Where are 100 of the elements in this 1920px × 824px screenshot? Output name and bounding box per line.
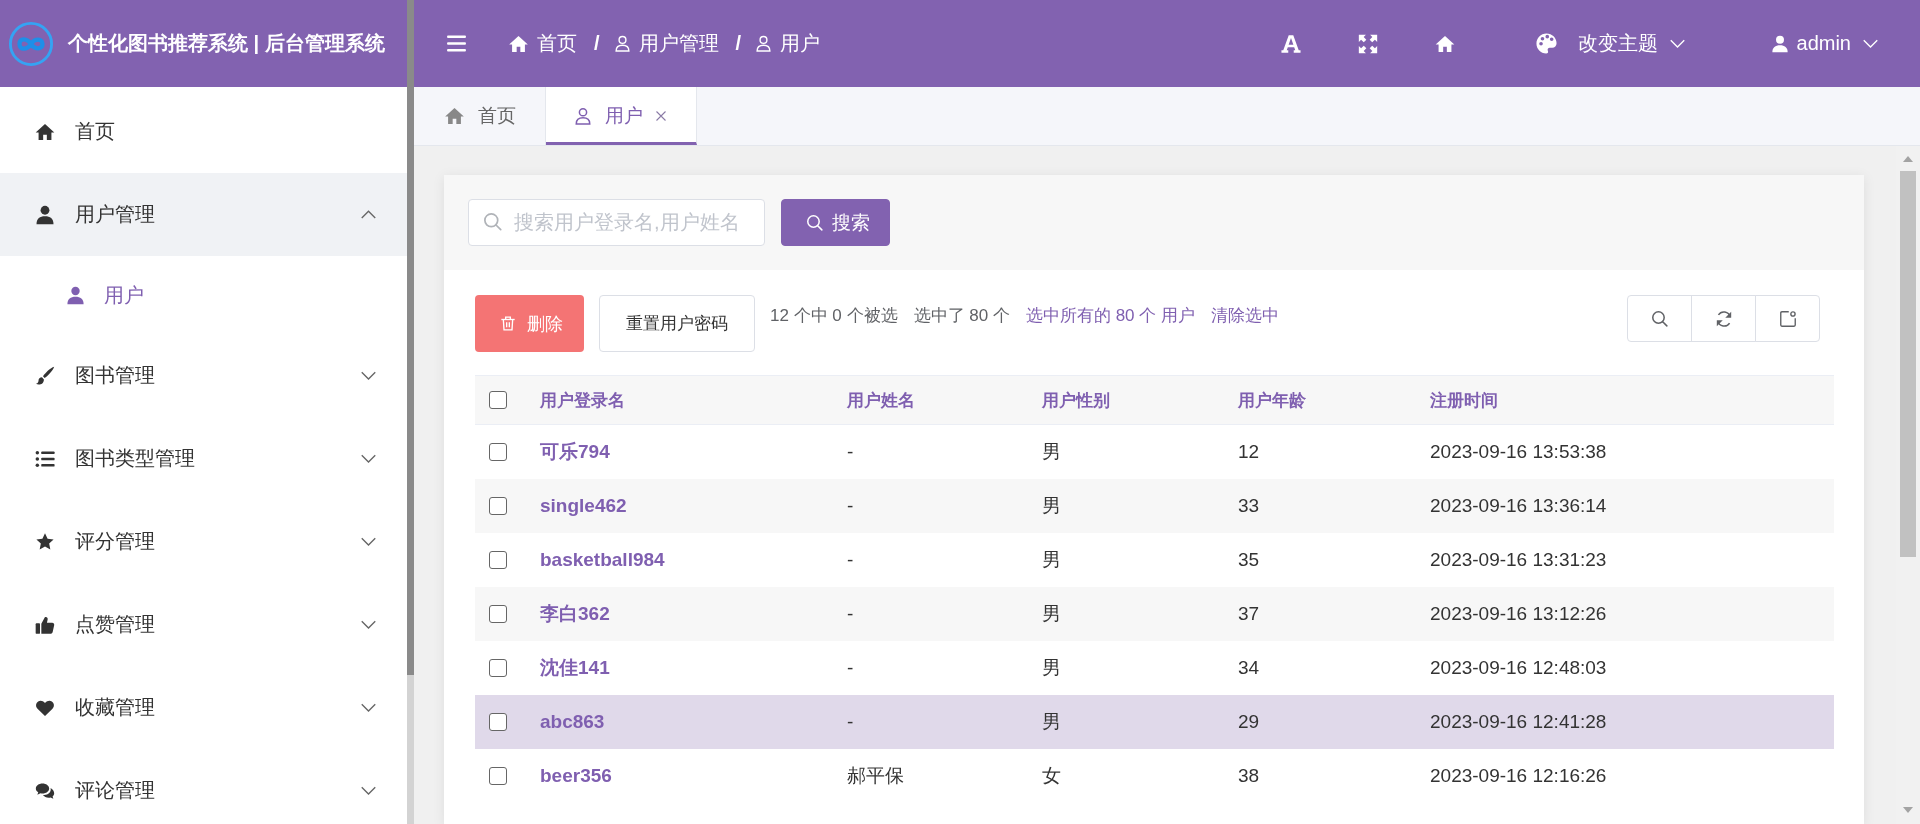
user-icon (1770, 33, 1789, 54)
sidebar-item[interactable]: 评分管理 (0, 500, 407, 583)
reset-password-button[interactable]: 重置用户密码 (599, 295, 755, 352)
column-header[interactable]: 用户性别 (1042, 390, 1110, 410)
table-cell: - (847, 495, 854, 516)
refresh-button[interactable] (1691, 295, 1756, 342)
table-cell: 29 (1238, 711, 1260, 732)
table-cell: 2023-09-16 13:36:14 (1430, 495, 1607, 516)
column-header[interactable]: 用户姓名 (847, 390, 915, 410)
sidebar-item[interactable]: 图书类型管理 (0, 417, 407, 500)
user-icon (755, 34, 773, 53)
sidebar-item[interactable]: 收藏管理 (0, 666, 407, 749)
user-link[interactable]: 沈佳141 (540, 657, 610, 678)
selection-count: 12 个中 0 个被选 (770, 305, 898, 327)
search-field[interactable]: 搜索用户登录名,用户姓名 (468, 199, 765, 246)
checkbox[interactable] (489, 443, 507, 461)
palette-icon (1534, 32, 1558, 55)
theme-dropdown[interactable]: 改变主题 (1534, 30, 1685, 57)
checkbox[interactable] (489, 605, 507, 623)
search-icon (484, 213, 502, 231)
toolbar-button[interactable] (1755, 295, 1820, 342)
delete-button[interactable]: 删除 (475, 295, 584, 352)
user-icon (66, 285, 85, 305)
chevron-down-icon (361, 703, 376, 712)
table-cell: 女 (1042, 765, 1061, 786)
user-icon (613, 34, 631, 53)
checkbox[interactable] (489, 713, 507, 731)
scrollbar-thumb[interactable] (1900, 171, 1916, 557)
square-dot-icon (1779, 310, 1796, 327)
breadcrumb-separator: / (735, 32, 742, 55)
chevron-down-icon (361, 786, 376, 795)
breadcrumb-link[interactable]: 首页 (537, 30, 577, 57)
table-cell: 男 (1042, 441, 1061, 462)
sidebar-item[interactable]: 图书管理 (0, 334, 407, 417)
selected-total: 选中了 80 个 (913, 305, 1010, 327)
user-link[interactable]: 李白362 (540, 603, 610, 624)
tab[interactable]: 用户 (546, 87, 697, 145)
breadcrumb-separator: / (594, 32, 600, 55)
sidebar-item[interactable]: 评论管理 (0, 749, 407, 824)
user-link[interactable]: abc863 (540, 711, 605, 732)
table-cell: 男 (1042, 495, 1061, 516)
column-header[interactable]: 注册时间 (1430, 390, 1498, 410)
checkbox[interactable] (489, 551, 507, 569)
table-cell: 38 (1238, 765, 1260, 786)
thumbs-up-icon (35, 614, 55, 635)
logo-icon (8, 20, 54, 67)
scrollbar-thumb[interactable] (407, 0, 414, 675)
user-link[interactable]: basketball984 (540, 549, 665, 570)
user-dropdown[interactable]: admin (1770, 32, 1878, 55)
breadcrumb-link[interactable]: 用户管理 (638, 30, 719, 57)
table-cell: 郝平保 (847, 765, 904, 786)
column-header[interactable]: 用户年龄 (1238, 390, 1306, 410)
table-cell: 35 (1238, 549, 1260, 570)
checkbox[interactable] (489, 767, 507, 785)
search-toggle-button[interactable] (1627, 295, 1692, 342)
sidebar-subitem[interactable]: 用户 (0, 256, 407, 334)
brush-icon (35, 365, 55, 386)
chevron-down-icon (361, 537, 376, 546)
sidebar-item[interactable]: 用户管理 (0, 173, 407, 256)
checkbox[interactable] (489, 497, 507, 515)
table-cell: 2023-09-16 13:31:23 (1430, 549, 1607, 570)
chevron-down-icon (361, 454, 376, 463)
table-cell: 2023-09-16 12:41:28 (1430, 711, 1607, 732)
user-link[interactable]: beer356 (540, 765, 612, 786)
clear-selection-link[interactable]: 清除选中 (1211, 304, 1279, 327)
table-cell: 33 (1238, 495, 1260, 516)
trash-icon (500, 315, 516, 332)
table-cell: 37 (1238, 603, 1260, 624)
checkbox[interactable] (489, 659, 507, 677)
table-cell: 2023-09-16 12:16:26 (1430, 765, 1607, 786)
table-cell: - (847, 603, 854, 624)
table-cell: 2023-09-16 13:12:26 (1430, 603, 1607, 624)
table-cell: 2023-09-16 13:53:38 (1430, 441, 1607, 462)
column-header[interactable]: 用户登录名 (540, 390, 625, 410)
user-link[interactable]: single462 (540, 495, 627, 516)
table-cell: 2023-09-16 12:48:03 (1430, 657, 1607, 678)
checkbox[interactable] (489, 391, 507, 409)
user-icon (35, 204, 55, 225)
chevron-down-icon (1863, 39, 1878, 48)
search-button[interactable]: 搜索 (781, 199, 890, 246)
menu-icon[interactable] (447, 35, 466, 52)
home-icon (444, 106, 465, 126)
table-cell: 34 (1238, 657, 1260, 678)
table-cell: - (847, 657, 854, 678)
table-cell: - (847, 711, 854, 732)
user-link[interactable]: 可乐794 (540, 441, 610, 462)
expand-arrows-icon[interactable] (1357, 33, 1378, 54)
user-icon (574, 106, 592, 126)
chevron-up-icon (361, 210, 376, 219)
sidebar-item[interactable]: 点赞管理 (0, 583, 407, 666)
close-icon[interactable] (655, 110, 667, 122)
font-icon[interactable] (1280, 33, 1301, 54)
table-cell: 12 (1238, 441, 1260, 462)
sidebar-item[interactable]: 首页 (0, 90, 407, 173)
table-cell: 男 (1042, 711, 1061, 732)
select-all-link[interactable]: 选中所有的 80 个 用户 (1025, 304, 1195, 327)
table-cell: - (847, 549, 854, 570)
table-cell: 男 (1042, 549, 1061, 570)
chevron-down-icon (361, 371, 376, 380)
star-icon (35, 531, 55, 552)
